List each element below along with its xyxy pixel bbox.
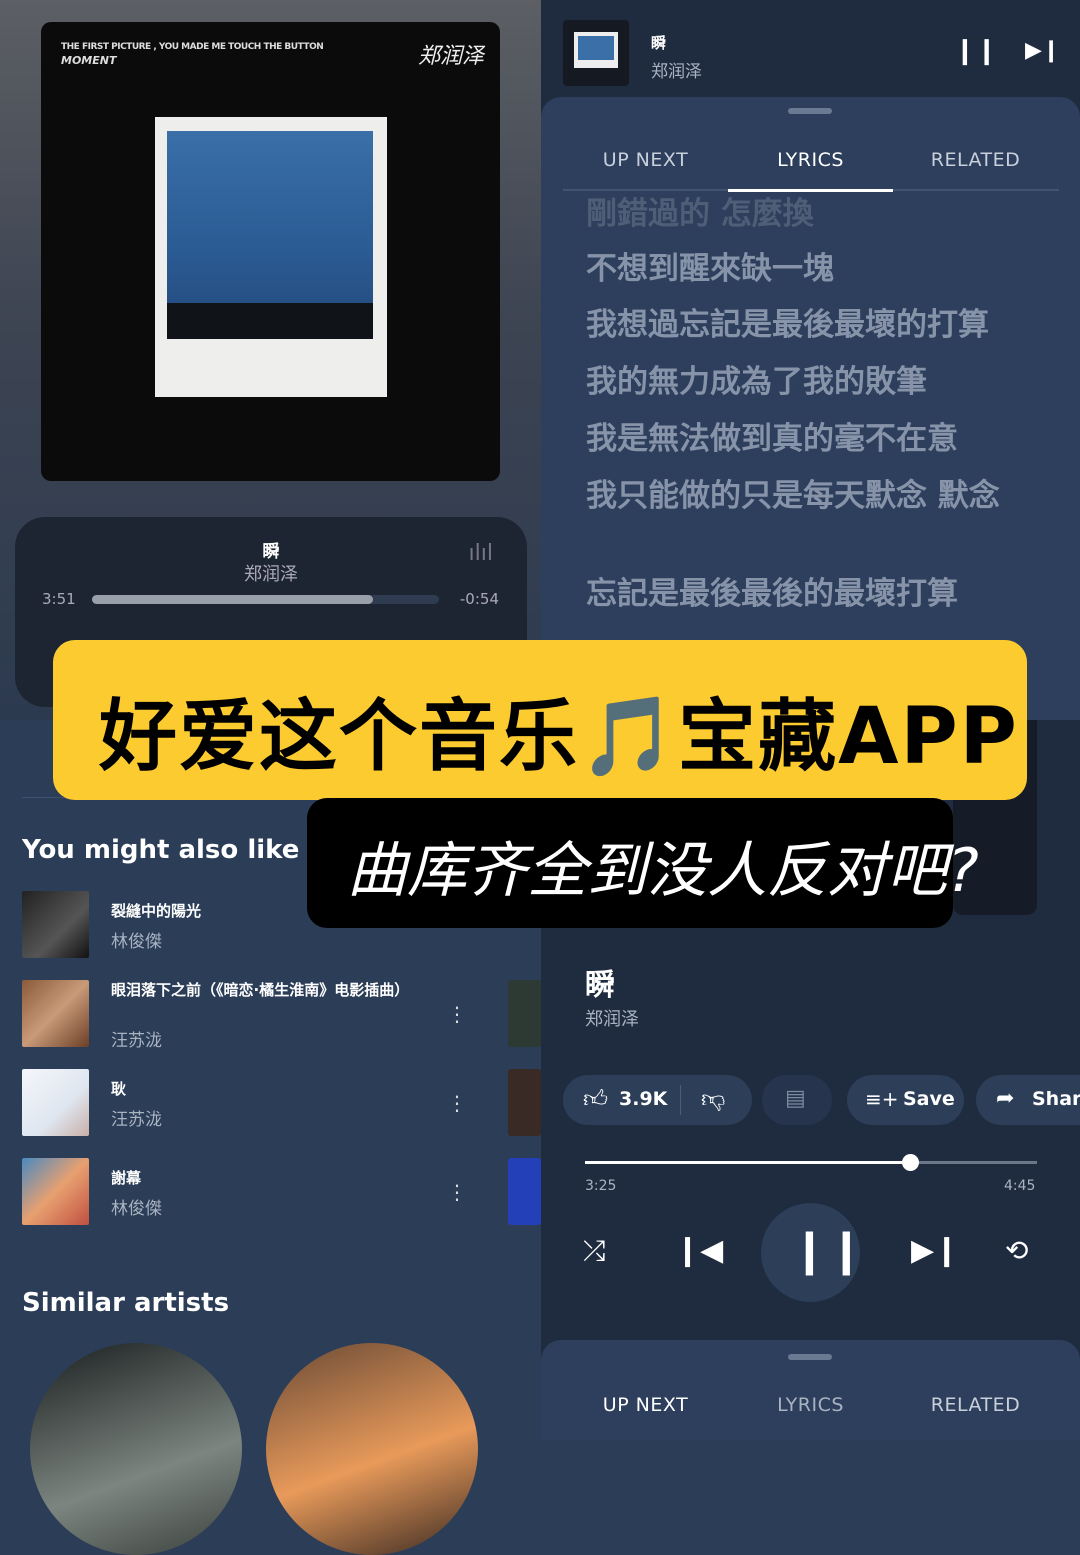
save-button[interactable]: ≡+ Save [847, 1075, 964, 1125]
song-thumbnail [563, 20, 629, 86]
elapsed-time: 3:51 [42, 590, 76, 608]
remaining-time: -0:54 [459, 590, 499, 608]
tab-lyrics[interactable]: LYRICS [728, 1394, 893, 1416]
divider [680, 1085, 681, 1115]
elapsed-time: 3:25 [585, 1178, 617, 1194]
repeat-icon[interactable]: ⟲ [1005, 1234, 1028, 1267]
photo [167, 131, 373, 339]
like-dislike-group: 👍︎ 3.9K 👎︎ [563, 1075, 752, 1125]
song-artist: 郑润泽 [651, 62, 702, 82]
skip-next-icon[interactable]: ▶❙ [911, 1233, 959, 1268]
save-label: Save [903, 1088, 955, 1110]
list-item[interactable]: 眼泪落下之前（《暗恋·橘生淮南》电影插曲） 汪苏泷 ⋮ [22, 980, 522, 1051]
skip-next-icon[interactable]: ▶❙ [1025, 38, 1060, 63]
album-signature: 郑润泽 [417, 44, 484, 69]
more-options-icon[interactable]: ⋮ [447, 1091, 467, 1115]
progress-bar[interactable] [92, 595, 439, 604]
headline-text: 好爱这个音乐🎵宝藏APP [99, 692, 1019, 782]
song-title: 瞬 [585, 968, 615, 1003]
artist-avatar[interactable] [30, 1343, 242, 1555]
lyric-line[interactable]: 剛錯過的 怎麼換 [586, 195, 1026, 233]
add-to-playlist-icon: ≡+ [865, 1087, 899, 1111]
duration: 4:45 [1004, 1178, 1036, 1194]
progress-fill [92, 595, 374, 604]
shuffle-icon[interactable]: ⤮ [583, 1234, 605, 1268]
tab-related[interactable]: RELATED [893, 1394, 1058, 1416]
lyric-line[interactable]: 忘記是最後最後的最壞打算 [586, 575, 1026, 613]
bottom-sheet: UP NEXT LYRICS RELATED [541, 1340, 1080, 1440]
song-artist: 林俊傑 [111, 1199, 162, 1219]
tab-lyrics[interactable]: LYRICS [728, 149, 893, 171]
song-thumbnail [22, 1158, 89, 1225]
section-heading: Similar artists [22, 1288, 230, 1318]
seek-fill [585, 1161, 911, 1164]
lyric-line[interactable]: 我的無力成為了我的敗筆 [586, 363, 1026, 401]
pause-icon: ❙❙ [791, 1225, 865, 1276]
song-artist: 汪苏泷 [111, 1031, 162, 1051]
thumbs-down-icon[interactable]: 👎︎ [701, 1085, 725, 1114]
seek-thumb[interactable] [902, 1154, 920, 1171]
song-title: 謝幕 [111, 1169, 142, 1187]
song-artist: 汪苏泷 [111, 1110, 162, 1130]
comment-icon: ▤ [785, 1086, 806, 1111]
more-options-icon[interactable]: ⋮ [447, 1180, 467, 1204]
list-item[interactable]: 謝幕 林俊傑 ⋮ [22, 1158, 522, 1226]
tab-indicator [728, 189, 893, 192]
seek-bar[interactable] [585, 1154, 1037, 1171]
like-count[interactable]: 3.9K [619, 1088, 667, 1110]
lyric-line[interactable]: 我想過忘記是最後最壞的打算 [586, 306, 1026, 344]
song-artist: 郑润泽 [585, 1009, 639, 1030]
polaroid [155, 117, 387, 397]
song-title: 耿 [111, 1080, 127, 1098]
tab-up-next[interactable]: UP NEXT [563, 1394, 728, 1416]
song-thumbnail[interactable] [508, 980, 541, 1047]
subline-text: 曲库齐全到没人反对吧? [347, 836, 979, 906]
comment-button[interactable]: ▤ [762, 1075, 832, 1125]
song-thumbnail[interactable] [508, 1158, 541, 1225]
song-artist: 郑润泽 [244, 564, 298, 585]
skip-previous-icon[interactable]: ❙◀ [675, 1233, 723, 1268]
artist-avatar[interactable] [266, 1343, 478, 1555]
album-text: THE FIRST PICTURE , YOU MADE ME TOUCH TH… [61, 42, 324, 52]
drag-handle[interactable] [788, 108, 832, 114]
pause-icon[interactable]: ❙❙ [954, 36, 998, 66]
list-item[interactable]: 耿 汪苏泷 ⋮ [22, 1069, 522, 1137]
play-pause-button[interactable]: ❙❙ [761, 1203, 865, 1302]
drag-handle[interactable] [788, 1354, 832, 1360]
song-thumbnail[interactable] [508, 1069, 541, 1136]
lyric-line[interactable]: 我是無法做到真的毫不在意 [586, 420, 1026, 458]
song-artist: 林俊傑 [111, 932, 162, 952]
share-icon: ➦ [996, 1086, 1015, 1111]
song-thumbnail [22, 1069, 89, 1136]
song-thumbnail [22, 891, 89, 958]
album-art: THE FIRST PICTURE , YOU MADE ME TOUCH TH… [41, 22, 500, 481]
share-button[interactable]: ➦ Share [976, 1075, 1080, 1125]
subline-banner: 曲库齐全到没人反对吧? [307, 798, 979, 928]
song-title: 眼泪落下之前（《暗恋·橘生淮南》电影插曲） [111, 981, 410, 999]
album-text: MOMENT [61, 54, 117, 67]
song-title: 瞬 [262, 542, 280, 562]
waveform-icon[interactable]: ılıl [469, 541, 493, 566]
section-heading: You might also like [22, 835, 300, 865]
headline-banner: 好爱这个音乐🎵宝藏APP [53, 640, 1027, 800]
more-options-icon[interactable]: ⋮ [447, 1002, 467, 1026]
tab-up-next[interactable]: UP NEXT [563, 149, 728, 171]
lyric-line[interactable]: 不想到醒來缺一塊 [586, 250, 1026, 288]
song-title: 瞬 [651, 34, 667, 52]
lyrics-sheet: UP NEXT LYRICS RELATED 剛錯過的 怎麼換 不想到醒來缺一塊… [541, 97, 1080, 720]
thumbs-up-icon[interactable]: 👍︎ [583, 1085, 608, 1114]
song-thumbnail [22, 980, 89, 1047]
share-label: Share [1032, 1088, 1080, 1110]
lyric-line[interactable]: 我只能做的只是每天默念 默念 [586, 477, 1006, 515]
tab-related[interactable]: RELATED [893, 149, 1058, 171]
